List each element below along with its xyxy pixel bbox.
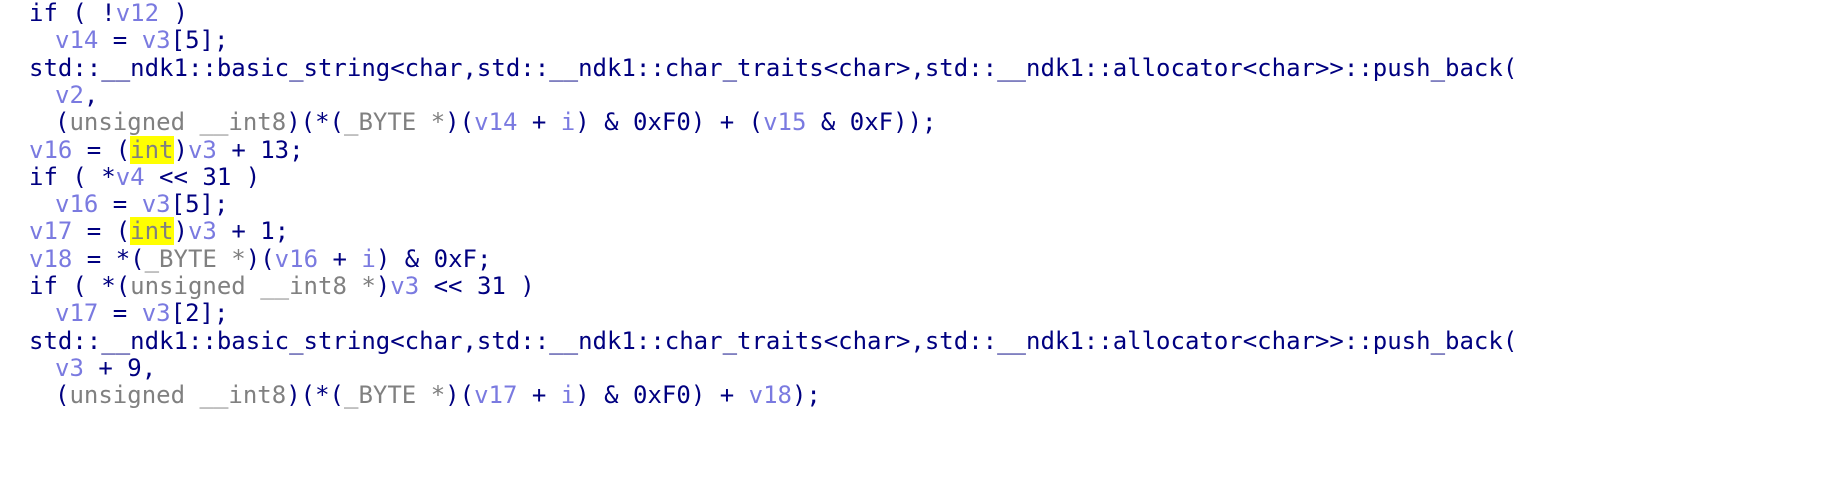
code-token[interactable]: ) & 0xF; <box>376 245 492 273</box>
code-token[interactable]: v17 <box>55 299 98 327</box>
pseudocode-view[interactable]: if ( !v12 ) v14 = v3[5]; std::__ndk1::basi… <box>0 0 1836 488</box>
code-token[interactable]: + <box>318 245 361 273</box>
code-token[interactable]: + <box>517 108 560 136</box>
code-token[interactable]: v3 <box>188 217 217 245</box>
code-token[interactable]: v3 <box>142 190 171 218</box>
code-token[interactable]: v17 <box>29 217 72 245</box>
code-token[interactable]: v3 <box>142 299 171 327</box>
code-token[interactable]: v3 <box>188 136 217 164</box>
code-token[interactable]: + 13; <box>217 136 303 164</box>
code-token[interactable]: [5]; <box>171 190 229 218</box>
code-token[interactable]: ) <box>159 0 188 27</box>
code-line[interactable]: std::__ndk1::basic_string<char,std::__nd… <box>29 325 1517 357</box>
code-token[interactable]: + <box>517 381 560 409</box>
code-token[interactable]: ) & 0xF0) + ( <box>575 108 763 136</box>
code-token[interactable]: std::__ndk1::basic_string<char,std::__nd… <box>29 54 1517 82</box>
code-token[interactable]: )( <box>445 381 474 409</box>
code-token[interactable]: i <box>561 381 575 409</box>
code-token[interactable]: _BYTE * <box>344 381 445 409</box>
code-token[interactable]: << 31 ) <box>419 272 535 300</box>
code-token[interactable]: = <box>98 299 141 327</box>
code-token[interactable]: v17 <box>474 381 517 409</box>
code-token[interactable]: ) & 0xF0) + <box>575 381 748 409</box>
code-token[interactable]: [5]; <box>171 26 229 54</box>
code-token[interactable]: ) <box>174 136 188 164</box>
code-token[interactable]: v4 <box>116 163 145 191</box>
code-token[interactable]: = <box>98 190 141 218</box>
code-token[interactable]: + 9, <box>84 354 156 382</box>
code-token[interactable]: unsigned __int8 <box>69 381 286 409</box>
code-token[interactable]: v18 <box>749 381 792 409</box>
code-token[interactable]: [2]; <box>171 299 229 327</box>
code-token[interactable]: v3 <box>142 26 171 54</box>
code-token[interactable]: v12 <box>116 0 159 27</box>
code-token[interactable]: if ( * <box>29 163 116 191</box>
code-token[interactable]: std::__ndk1::basic_string<char,std::__nd… <box>29 327 1517 355</box>
code-token[interactable]: i <box>361 245 375 273</box>
code-token[interactable]: )( <box>445 108 474 136</box>
code-token[interactable]: )( <box>246 245 275 273</box>
code-token[interactable]: ( <box>55 381 69 409</box>
code-token[interactable]: = ( <box>72 217 130 245</box>
code-token[interactable]: v3 <box>390 272 419 300</box>
code-token[interactable]: v16 <box>275 245 318 273</box>
code-token[interactable]: )(*( <box>286 108 344 136</box>
code-token[interactable]: v14 <box>55 26 98 54</box>
code-token[interactable]: unsigned __int8 <box>69 108 286 136</box>
code-token[interactable]: if ( *( <box>29 272 130 300</box>
code-token[interactable]: i <box>561 108 575 136</box>
code-token[interactable]: unsigned __int8 * <box>130 272 376 300</box>
code-token[interactable]: v16 <box>29 136 72 164</box>
code-token[interactable]: , <box>84 81 98 109</box>
code-token[interactable]: ) <box>174 217 188 245</box>
code-token[interactable]: = ( <box>72 136 130 164</box>
code-line[interactable]: std::__ndk1::basic_string<char,std::__nd… <box>29 52 1517 84</box>
code-line[interactable]: (unsigned __int8)(*(_BYTE *)(v17 + i) & … <box>55 379 821 411</box>
code-token[interactable]: v2 <box>55 81 84 109</box>
highlighted-token[interactable]: int <box>130 217 174 246</box>
code-token[interactable]: v16 <box>55 190 98 218</box>
highlighted-token[interactable]: int <box>130 135 174 164</box>
code-token[interactable]: if ( ! <box>29 0 116 27</box>
code-token[interactable]: ) <box>376 272 390 300</box>
code-token[interactable]: << 31 ) <box>145 163 260 191</box>
code-token[interactable]: _BYTE * <box>145 245 246 273</box>
code-token[interactable]: ); <box>792 381 821 409</box>
code-token[interactable]: & 0xF)); <box>806 108 937 136</box>
code-token[interactable]: + 1; <box>217 217 289 245</box>
code-token[interactable]: ( <box>55 108 69 136</box>
code-token[interactable]: )(*( <box>286 381 344 409</box>
code-token[interactable]: _BYTE * <box>344 108 445 136</box>
code-token[interactable]: = *( <box>72 245 145 273</box>
code-token[interactable]: v3 <box>55 354 84 382</box>
code-token[interactable]: v15 <box>763 108 806 136</box>
code-token[interactable]: v14 <box>474 108 517 136</box>
code-token[interactable]: v18 <box>29 245 72 273</box>
code-token[interactable]: = <box>98 26 141 54</box>
